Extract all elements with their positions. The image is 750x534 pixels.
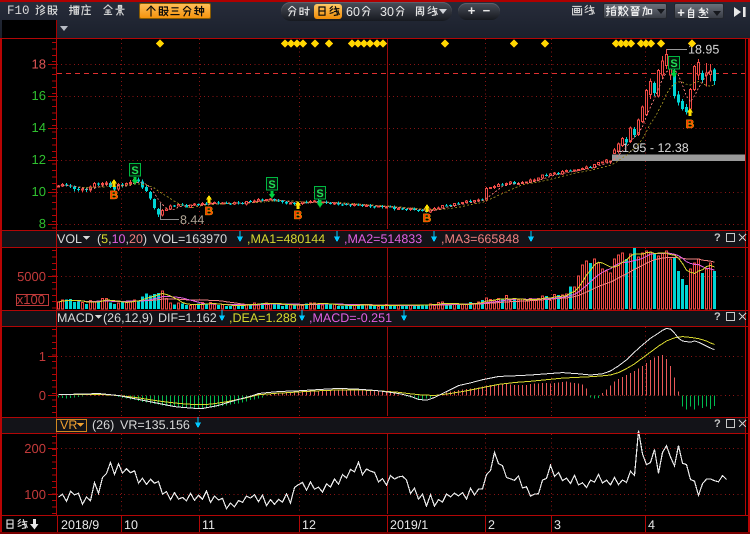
svg-text:3: 3 [554,518,561,532]
svg-text:100: 100 [24,487,46,502]
svg-text:S: S [131,165,138,177]
svg-text:5000: 5000 [17,269,46,284]
svg-text:VOL=163970: VOL=163970 [153,232,227,246]
svg-text:MACD: MACD [57,311,94,325]
svg-text:DIF=1.162: DIF=1.162 [158,311,217,325]
svg-text:,MA2=514833: ,MA2=514833 [344,232,422,246]
svg-text:S: S [316,188,323,200]
svg-text:,MA1=480144: ,MA1=480144 [247,232,325,246]
svg-text:(26,12,9): (26,12,9) [103,311,153,325]
svg-text:VR: VR [60,418,77,432]
svg-text:1: 1 [39,349,46,364]
svg-text:12: 12 [32,152,46,167]
svg-text:B: B [686,117,695,131]
svg-text:?: ? [714,418,721,430]
svg-text:18: 18 [32,57,46,72]
svg-text:2: 2 [488,518,495,532]
svg-text:B: B [294,208,303,222]
svg-text:S: S [268,179,275,191]
svg-text:10: 10 [32,184,46,199]
svg-text:2019/1: 2019/1 [390,518,428,532]
svg-text:,MACD=-0.251: ,MACD=-0.251 [309,311,392,325]
svg-text:?: ? [714,311,721,323]
svg-text:(5,10,20): (5,10,20) [97,232,147,246]
svg-text:B: B [423,211,432,225]
svg-text:(26): (26) [92,418,114,432]
svg-text:VR=135.156: VR=135.156 [120,418,190,432]
svg-text:8: 8 [39,216,46,231]
svg-text:,MA3=665848: ,MA3=665848 [441,232,519,246]
svg-text:200: 200 [24,441,46,456]
svg-text:11: 11 [202,518,215,532]
svg-text:4: 4 [648,518,655,532]
svg-text:0: 0 [39,388,46,403]
svg-text:2018/9: 2018/9 [61,518,99,532]
svg-text:x100: x100 [17,292,45,307]
svg-text:,DEA=1.288: ,DEA=1.288 [229,311,297,325]
svg-text:12: 12 [302,518,316,532]
svg-text:B: B [110,188,119,202]
svg-text:?: ? [714,232,721,244]
svg-text:16: 16 [32,88,46,103]
svg-text:VOL: VOL [57,232,82,246]
svg-text:8.44: 8.44 [180,213,204,227]
svg-text:14: 14 [32,120,46,135]
svg-text:B: B [205,204,214,218]
svg-text:10: 10 [124,518,138,532]
svg-text:S: S [670,58,677,70]
